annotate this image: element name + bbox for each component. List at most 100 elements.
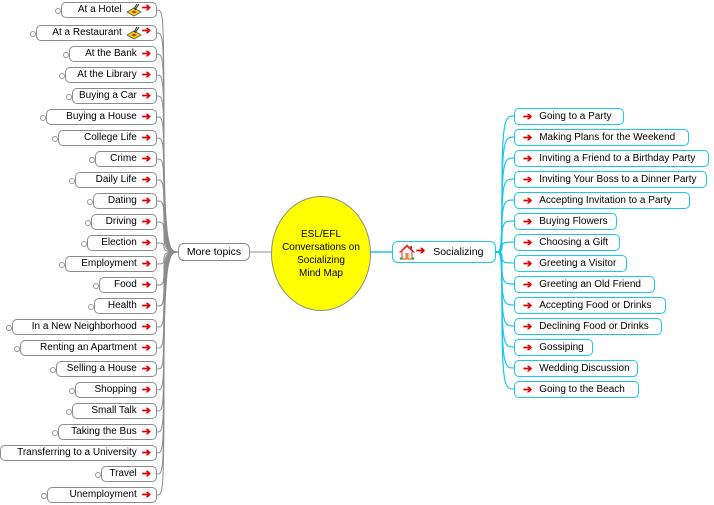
house-icon xyxy=(399,244,415,260)
more-topics-node[interactable]: More topics xyxy=(178,243,250,261)
topic-label: Wedding Discussion xyxy=(539,362,630,374)
left-topic-node[interactable]: Health ➔ xyxy=(94,298,157,314)
topic-label: Crime xyxy=(110,153,137,164)
collapse-toggle[interactable] xyxy=(50,367,56,373)
topic-label: Selling a House xyxy=(66,363,137,374)
collapse-toggle[interactable] xyxy=(66,94,72,100)
left-topic-node[interactable]: Selling a House ➔ xyxy=(56,361,157,377)
left-topic-node[interactable]: Taking the Bus ➔ xyxy=(58,424,157,440)
left-topic-node[interactable]: Transferring to a University ➔ xyxy=(0,445,157,461)
topic-connector xyxy=(495,251,515,264)
collapse-toggle[interactable] xyxy=(69,178,75,184)
left-topic-node[interactable]: Buying a Car ➔ xyxy=(72,88,157,104)
hyperlink-arrow-icon: ➔ xyxy=(141,321,151,333)
topic-label: Taking the Bus xyxy=(71,426,137,437)
collapse-toggle[interactable] xyxy=(85,220,91,226)
left-topic-node[interactable]: Daily Life ➔ xyxy=(75,172,157,188)
topic-label: Health xyxy=(107,300,137,311)
socializing-topic-node[interactable]: ➔ Going to a Party xyxy=(514,108,624,125)
left-topic-node[interactable]: Election ➔ xyxy=(87,235,157,251)
socializing-topic-node[interactable]: ➔ Gossiping xyxy=(514,339,593,356)
collapse-toggle[interactable] xyxy=(14,346,20,352)
left-topic-node[interactable]: Employment ➔ xyxy=(65,256,157,272)
left-topic-node[interactable]: Driving ➔ xyxy=(91,214,157,230)
left-topic-node[interactable]: Shopping ➔ xyxy=(75,382,157,398)
socializing-topic-node[interactable]: ➔ Accepting Invitation to a Party xyxy=(514,192,690,209)
topic-connector xyxy=(156,251,179,496)
left-topic-node[interactable]: Renting an Apartment ➔ xyxy=(20,340,157,356)
topic-label: Driving xyxy=(105,216,137,227)
hyperlink-arrow-icon: ➔ xyxy=(523,320,533,333)
topic-label: Inviting a Friend to a Birthday Party xyxy=(539,152,696,164)
topic-connector xyxy=(156,251,179,454)
collapse-toggle[interactable] xyxy=(81,241,87,247)
socializing-topic-node[interactable]: ➔ Declining Food or Drinks xyxy=(514,318,662,335)
collapse-toggle[interactable] xyxy=(6,325,12,331)
hyperlink-arrow-icon: ➔ xyxy=(523,236,533,249)
socializing-topic-node[interactable]: ➔ Accepting Food or Drinks xyxy=(514,297,666,314)
collapse-toggle[interactable] xyxy=(93,283,99,289)
socializing-topic-node[interactable]: ➔ Wedding Discussion xyxy=(514,360,638,377)
central-topic[interactable]: ESL/EFL Conversations on Socializing Min… xyxy=(271,196,371,311)
hyperlink-arrow-icon: ➔ xyxy=(141,132,151,144)
collapse-toggle[interactable] xyxy=(95,472,101,478)
topic-connector xyxy=(495,220,515,253)
topic-label: Shopping xyxy=(94,384,137,395)
collapse-toggle[interactable] xyxy=(40,115,46,121)
socializing-node[interactable]: ➔ Socializing xyxy=(392,241,496,263)
left-topic-node[interactable]: In a New Neighborhood ➔ xyxy=(12,319,157,335)
collapse-toggle[interactable] xyxy=(66,409,72,415)
hyperlink-arrow-icon: ➔ xyxy=(523,131,533,144)
left-topic-node[interactable]: Crime ➔ xyxy=(95,151,157,167)
socializing-topic-node[interactable]: ➔ Inviting Your Boss to a Dinner Party xyxy=(514,171,707,188)
left-topic-node[interactable]: Unemployment ➔ xyxy=(47,487,157,503)
left-topic-node[interactable]: Small Talk ➔ xyxy=(72,403,157,419)
socializing-topic-node[interactable]: ➔ Inviting a Friend to a Birthday Party xyxy=(514,150,709,167)
collapse-toggle[interactable] xyxy=(69,388,75,394)
collapse-toggle[interactable] xyxy=(89,157,95,163)
collapse-toggle[interactable] xyxy=(59,262,65,268)
food-tray-icon xyxy=(125,26,142,40)
socializing-topic-node[interactable]: ➔ Choosing a Gift xyxy=(514,234,620,251)
topic-label: Declining Food or Drinks xyxy=(539,320,649,332)
topic-label: Buying Flowers xyxy=(539,215,608,227)
topic-label: Buying a Car xyxy=(78,90,137,101)
collapse-toggle[interactable] xyxy=(55,8,61,14)
topic-label: Travel xyxy=(109,468,137,479)
left-topic-node[interactable]: At a Restaurant ➔ xyxy=(36,25,157,41)
socializing-topic-node[interactable]: ➔ Greeting a Visitor xyxy=(514,255,627,272)
collapse-toggle[interactable] xyxy=(30,31,36,37)
topic-connector xyxy=(495,178,515,253)
left-topic-node[interactable]: Buying a House ➔ xyxy=(46,109,157,125)
socializing-topic-node[interactable]: ➔ Buying Flowers xyxy=(514,213,617,230)
topic-connector xyxy=(495,136,515,253)
hyperlink-arrow-icon: ➔ xyxy=(141,237,151,249)
hyperlink-arrow-icon: ➔ xyxy=(141,447,151,459)
topic-connector xyxy=(495,251,515,306)
left-topic-node[interactable]: At the Library ➔ xyxy=(65,67,157,83)
topic-label: Renting an Apartment xyxy=(40,342,137,353)
collapse-toggle[interactable] xyxy=(59,73,65,79)
collapse-toggle[interactable] xyxy=(52,136,58,142)
collapse-toggle[interactable] xyxy=(88,304,94,310)
left-topic-node[interactable]: Travel ➔ xyxy=(101,466,157,482)
collapse-toggle[interactable] xyxy=(41,493,47,499)
socializing-topic-node[interactable]: ➔ Going to the Beach xyxy=(514,381,639,398)
hyperlink-arrow-icon: ➔ xyxy=(141,69,151,81)
left-topic-node[interactable]: College Life ➔ xyxy=(58,130,157,146)
hyperlink-arrow-icon: ➔ xyxy=(141,426,151,438)
hyperlink-arrow-icon: ➔ xyxy=(141,48,151,60)
hyperlink-arrow-icon: ➔ xyxy=(416,244,426,257)
left-topic-node[interactable]: At a Hotel ➔ xyxy=(61,2,157,18)
topic-connector xyxy=(156,251,179,433)
collapse-toggle[interactable] xyxy=(87,199,93,205)
collapse-toggle[interactable] xyxy=(52,430,58,436)
hyperlink-arrow-icon: ➔ xyxy=(141,258,151,270)
left-topic-node[interactable]: Food ➔ xyxy=(99,277,157,293)
socializing-topic-node[interactable]: ➔ Greeting an Old Friend xyxy=(514,276,655,293)
collapse-toggle[interactable] xyxy=(63,52,69,58)
topic-label: Greeting an Old Friend xyxy=(539,278,641,290)
socializing-topic-node[interactable]: ➔ Making Plans for the Weekend xyxy=(514,129,689,146)
left-topic-node[interactable]: At the Bank ➔ xyxy=(69,46,157,62)
left-topic-node[interactable]: Dating ➔ xyxy=(93,193,157,209)
